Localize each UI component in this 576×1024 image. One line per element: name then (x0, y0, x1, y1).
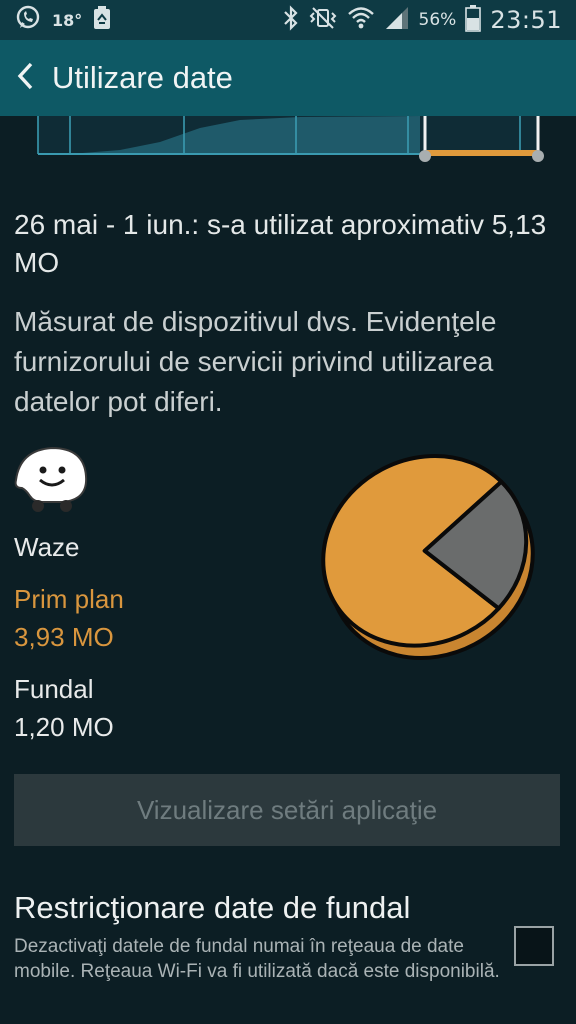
bluetooth-icon (283, 5, 299, 35)
whatsapp-icon (14, 4, 42, 36)
restrict-background-checkbox[interactable] (514, 926, 554, 966)
vibrate-mute-icon (308, 5, 338, 35)
clock: 23:51 (490, 6, 562, 34)
restrict-background-description: Dezactivaţi datele de fundal numai în re… (14, 936, 500, 982)
wifi-icon (347, 5, 375, 35)
content-area: 26 mai - 1 iun.: s-a utilizat aproximati… (0, 116, 576, 1024)
restrict-background-title: Restricţionare date de fundal (14, 890, 411, 925)
battery-icon (465, 4, 482, 36)
app-bar: Utilizare date (0, 40, 576, 116)
foreground-label: Prim plan (14, 584, 124, 614)
page-title: Utilizare date (52, 60, 233, 95)
waze-icon (12, 444, 90, 514)
view-app-settings-button[interactable]: Vizualizare setări aplicaţie (14, 774, 560, 846)
range-end-knob[interactable] (532, 150, 544, 162)
recycle-icon (92, 5, 112, 35)
background-value: 1,20 MO (14, 712, 114, 742)
status-bar: 18° 56% 23:51 (0, 0, 576, 40)
battery-percent: 56% (418, 10, 457, 30)
usage-period-summary: 26 mai - 1 iun.: s-a utilizat aproximati… (14, 209, 547, 278)
usage-pie-chart (321, 454, 535, 660)
signal-icon (384, 5, 410, 35)
usage-disclaimer: Măsurat de dispozitivul dvs. Evidenţele … (14, 306, 497, 417)
chevron-left-icon (15, 61, 37, 95)
foreground-value: 3,93 MO (14, 622, 114, 652)
back-button[interactable] (2, 40, 50, 116)
range-start-knob[interactable] (419, 150, 431, 162)
temperature-text: 18° (52, 10, 83, 30)
app-name: Waze (14, 532, 80, 562)
usage-graph[interactable] (0, 116, 576, 168)
background-label: Fundal (14, 674, 94, 704)
